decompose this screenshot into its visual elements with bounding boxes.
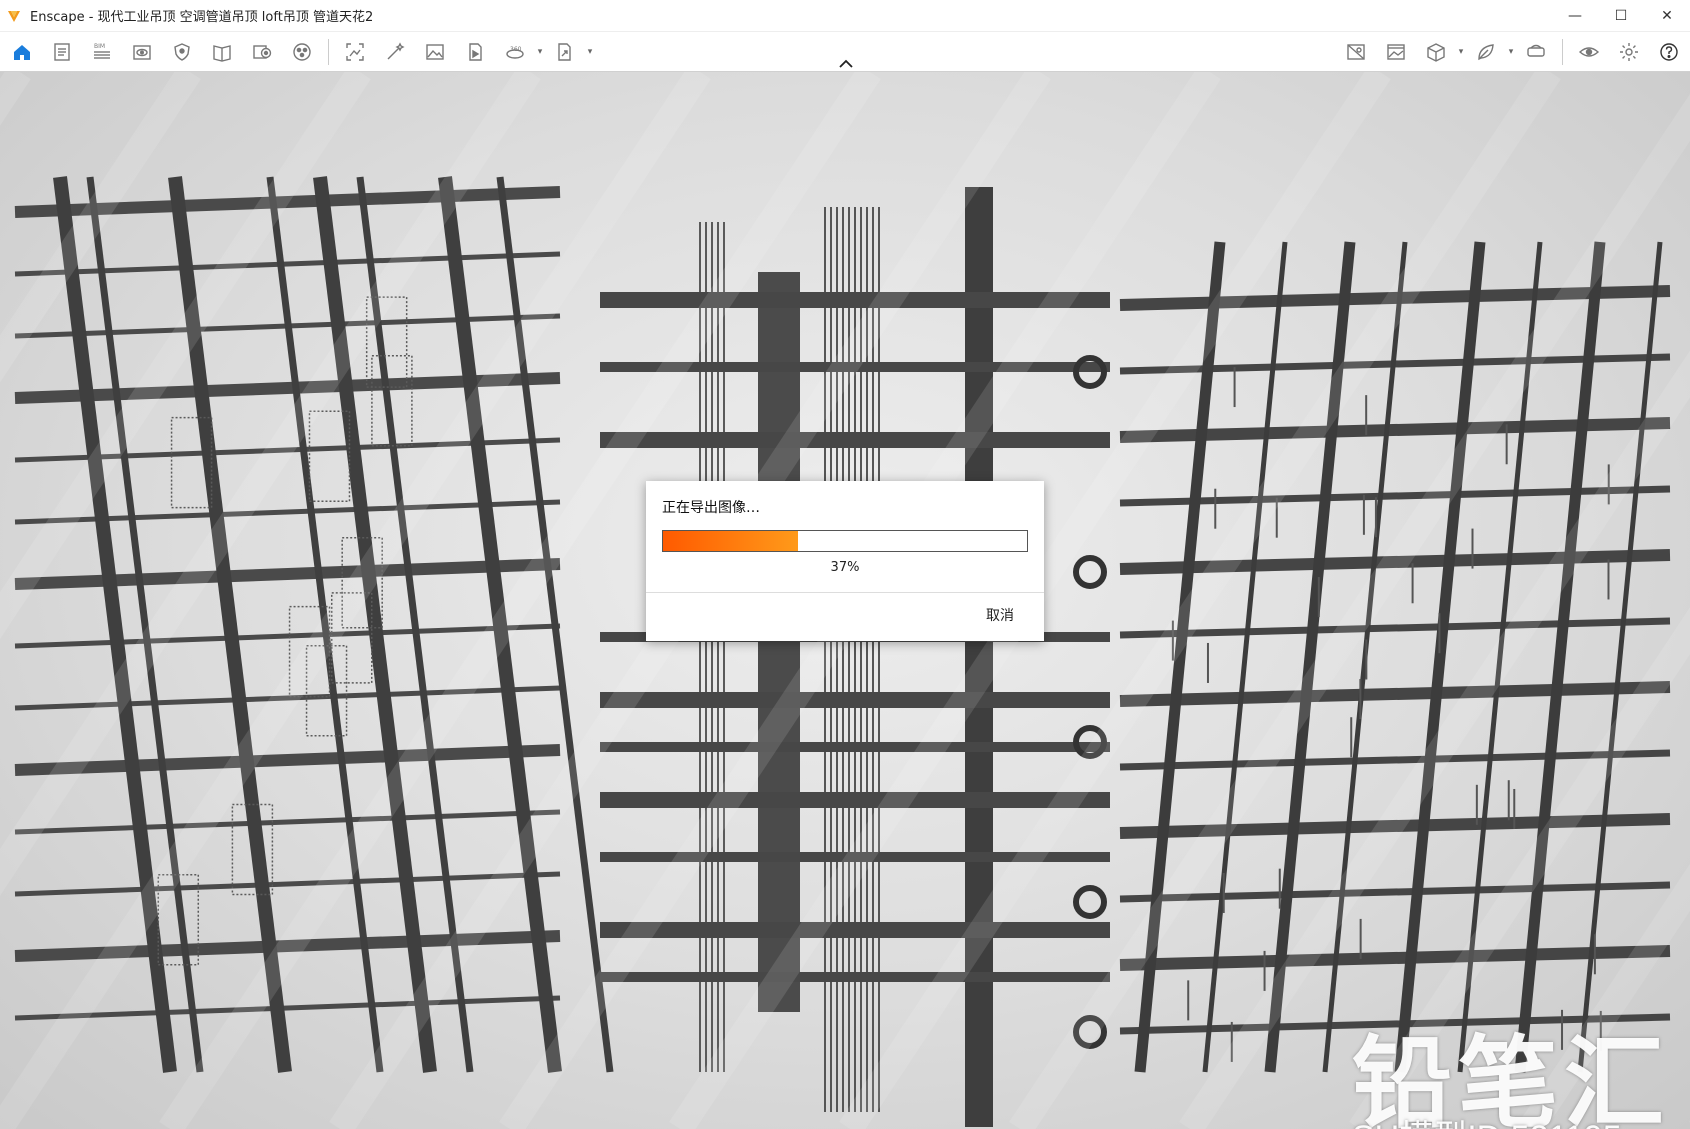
toolbar-left-group: BIM 360 ▾ ▾ (2, 32, 595, 72)
vr-headset-icon[interactable] (1519, 35, 1553, 69)
dialog-divider (646, 592, 1044, 593)
book-icon[interactable] (205, 35, 239, 69)
cancel-button[interactable]: 取消 (986, 605, 1014, 625)
progress-percentage: 37% (830, 560, 860, 575)
export-progress-dialog: 正在导出图像… 37% 取消 (646, 481, 1044, 641)
minimize-button[interactable]: — (1552, 0, 1598, 32)
panorama-dropdown-caret[interactable]: ▾ (535, 47, 545, 57)
window-title: Enscape - 现代工业吊顶 空调管道吊顶 loft吊顶 管道天花2 (30, 10, 374, 25)
svg-text:360: 360 (510, 46, 522, 53)
material-dropdown-caret[interactable]: ▾ (1506, 47, 1516, 57)
panorama-360-icon[interactable]: 360 (498, 35, 532, 69)
document-icon[interactable] (45, 35, 79, 69)
svg-text:BIM: BIM (94, 43, 105, 50)
dialog-title: 正在导出图像… (662, 500, 760, 516)
bim-icon[interactable]: BIM (85, 35, 119, 69)
window-controls: — ☐ ✕ (1552, 0, 1690, 32)
settings-gear-icon[interactable] (1612, 35, 1646, 69)
toolbar-right-group: ▾ ▾ (1336, 32, 1689, 72)
progress-bar-fill (663, 531, 798, 551)
scene-settings-icon[interactable] (245, 35, 279, 69)
magic-wand-icon[interactable] (378, 35, 412, 69)
cube-icon[interactable] (1419, 35, 1453, 69)
close-button[interactable]: ✕ (1644, 0, 1690, 32)
eye-view-icon[interactable] (125, 35, 159, 69)
site-context-icon[interactable] (1339, 35, 1373, 69)
title-bar: Enscape - 现代工业吊顶 空调管道吊顶 loft吊顶 管道天花2 — ☐… (0, 0, 1690, 32)
help-icon[interactable] (1652, 35, 1686, 69)
watermark-model-id: SU模型ID:521195 (1352, 1110, 1622, 1129)
atmosphere-icon[interactable] (285, 35, 319, 69)
material-leaf-icon[interactable] (1469, 35, 1503, 69)
video-icon[interactable] (458, 35, 492, 69)
visibility-eye-icon[interactable] (1572, 35, 1606, 69)
export-dropdown-caret[interactable]: ▾ (585, 47, 595, 57)
gallery-icon[interactable] (1379, 35, 1413, 69)
toolbar-separator-right (1562, 39, 1563, 65)
enscape-logo-icon (8, 10, 20, 22)
shield-icon[interactable] (165, 35, 199, 69)
maximize-button[interactable]: ☐ (1598, 0, 1644, 32)
collapse-toolbar-caret-icon[interactable] (838, 58, 854, 70)
image-icon[interactable] (418, 35, 452, 69)
home-icon[interactable] (5, 35, 39, 69)
screenshot-icon[interactable] (338, 35, 372, 69)
cube-dropdown-caret[interactable]: ▾ (1456, 47, 1466, 57)
progress-bar (662, 530, 1028, 552)
toolbar-separator (328, 39, 329, 65)
export-icon[interactable] (548, 35, 582, 69)
